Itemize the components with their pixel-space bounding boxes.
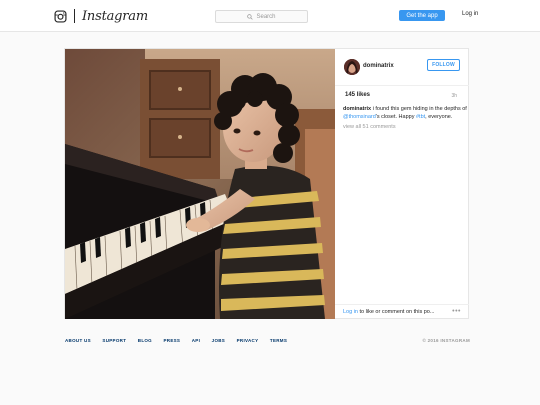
page-footer: ABOUT US SUPPORT BLOG PRESS API JOBS PRI… [65, 338, 470, 348]
search-icon [247, 13, 254, 20]
follow-button[interactable]: FOLLOW [427, 59, 460, 71]
footer-link-jobs[interactable]: JOBS [212, 338, 225, 343]
footer-link-support[interactable]: SUPPORT [102, 338, 126, 343]
comment-prompt-text: to like or comment on this po... [358, 309, 435, 315]
footer-links: ABOUT US SUPPORT BLOG PRESS API JOBS PRI… [65, 338, 470, 343]
avatar[interactable] [344, 59, 360, 75]
post-sidebar: dominatrix FOLLOW 145 likes 3h dominatri… [335, 49, 469, 319]
comment-prompt: Log in to like or comment on this po... [343, 309, 434, 315]
caption-text-2: 's closet. Happy [375, 114, 416, 120]
post-card: dominatrix FOLLOW 145 likes 3h dominatri… [64, 48, 469, 319]
footer-link-api[interactable]: API [192, 338, 200, 343]
likes-count[interactable]: 145 likes [345, 92, 370, 98]
caption-mention[interactable]: @thomsinard [343, 114, 376, 120]
logo-divider [74, 9, 75, 23]
post-caption: dominatrix i found this gem hiding in th… [343, 105, 467, 121]
caption-username[interactable]: dominatrix [343, 106, 371, 112]
avatar-image [344, 59, 360, 75]
footer-link-blog[interactable]: BLOG [138, 338, 152, 343]
copyright: © 2016 INSTAGRAM [422, 338, 470, 343]
log-in-link[interactable]: Log in [462, 11, 478, 17]
post-image [65, 49, 335, 319]
instagram-camera-icon [54, 9, 67, 23]
instagram-wordmark: Instagram [82, 8, 148, 24]
caption-text-3: , everyone. [425, 114, 453, 120]
search-input[interactable]: Search [215, 10, 308, 23]
more-options-icon[interactable]: ••• [452, 308, 461, 315]
comment-bar: Log in to like or comment on this po... … [335, 304, 469, 320]
view-all-comments-link[interactable]: view all 51 comments [343, 124, 396, 130]
instagram-logo[interactable]: Instagram [54, 9, 148, 23]
caption-hashtag[interactable]: #tbt [416, 114, 425, 120]
footer-link-terms[interactable]: TERMS [270, 338, 287, 343]
search-placeholder: Search [256, 13, 276, 20]
post-photo[interactable] [65, 49, 335, 319]
caption-text-1: i found this gem hiding in the depths of [371, 106, 467, 112]
footer-link-press[interactable]: PRESS [163, 338, 180, 343]
get-the-app-button[interactable]: Get the app [399, 10, 445, 21]
log-in-comment-link[interactable]: Log in [343, 309, 358, 315]
post-header: dominatrix FOLLOW [335, 49, 469, 86]
post-timestamp[interactable]: 3h [451, 93, 457, 99]
footer-link-about[interactable]: ABOUT US [65, 338, 91, 343]
top-navigation: Instagram Search Get the app Log in [0, 0, 540, 32]
username[interactable]: dominatrix [363, 63, 394, 69]
footer-link-privacy[interactable]: PRIVACY [237, 338, 259, 343]
